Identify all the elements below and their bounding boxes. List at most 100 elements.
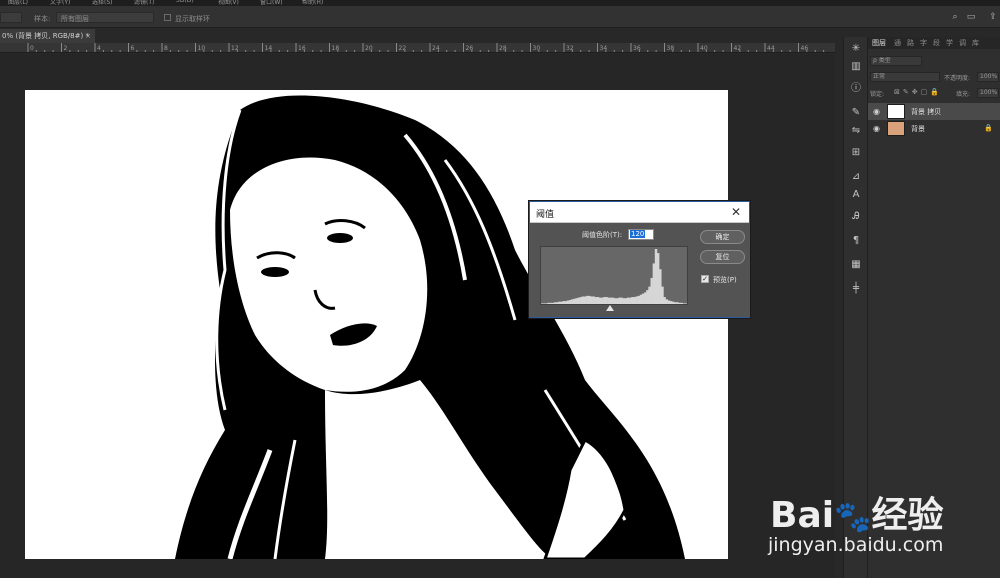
brush-settings-icon[interactable]: ⇋: [850, 125, 862, 137]
histogram-bar: [676, 302, 679, 304]
ruler-tick-label: 6: [131, 45, 135, 52]
ruler-tick-label: 0: [30, 45, 34, 52]
preview-checkbox[interactable]: ✓: [701, 275, 709, 283]
threshold-dialog: 阈值 ✕ 阈值色阶(T): 120 确定 复位 ✓ 预览(P): [529, 201, 750, 318]
histogram-bar: [549, 302, 553, 304]
histogram-bar: [592, 296, 595, 304]
fill-input[interactable]: 100%: [977, 88, 999, 98]
histogram-bar: [618, 297, 621, 304]
histogram-bar: [564, 301, 568, 304]
paragraph-styles-icon[interactable]: Ꭿ: [850, 211, 862, 223]
histogram-bar: [609, 297, 613, 304]
panel-tab[interactable]: 库: [972, 38, 979, 48]
threshold-slider[interactable]: [605, 305, 614, 311]
sample-dropdown[interactable]: 所有图层: [56, 12, 154, 23]
document-tab[interactable]: 0% (背景 拷贝, RGB/8#) * ×: [0, 29, 95, 43]
histogram-bar: [620, 297, 623, 304]
panel-tab[interactable]: 学: [946, 38, 953, 48]
ruler-tick-label: 2: [64, 45, 68, 52]
histogram-bar: [629, 297, 632, 304]
histogram-bar: [644, 292, 647, 304]
histogram-bar: [545, 303, 548, 304]
histogram-bar: [583, 296, 587, 304]
histogram-bar: [624, 298, 628, 304]
histogram-bar: [575, 298, 578, 304]
close-tab-icon[interactable]: ×: [85, 29, 91, 43]
histogram-bar: [622, 298, 626, 304]
show-ring-checkbox[interactable]: [164, 14, 171, 21]
histogram-bar: [633, 297, 636, 304]
histogram-bar: [650, 277, 653, 304]
visibility-eye-icon[interactable]: ◉: [872, 107, 881, 116]
panel-tab[interactable]: 段: [933, 38, 940, 48]
share-icon[interactable]: ⇪: [988, 12, 998, 22]
preview-label: 预览(P): [713, 276, 737, 284]
document-tab-row: 0% (背景 拷贝, RGB/8#) * ×: [0, 29, 835, 43]
histogram-bar: [594, 297, 598, 304]
layer-kind-filter[interactable]: ρ 类型: [870, 56, 922, 66]
histogram-bar: [680, 302, 684, 304]
document-canvas[interactable]: [25, 90, 728, 559]
menu-item[interactable]: 3D(D): [176, 0, 194, 4]
histogram-bar: [648, 286, 651, 304]
tool-presets-icon[interactable]: ⊿: [850, 171, 862, 183]
panel-tab[interactable]: 字: [920, 38, 927, 48]
histogram-bar: [631, 297, 634, 304]
threshold-level-input[interactable]: 120: [628, 229, 654, 240]
panel-tab[interactable]: 调: [959, 38, 966, 48]
character-icon[interactable]: A: [850, 189, 862, 201]
histogram-bar: [571, 299, 574, 304]
layer-thumbnail: [887, 104, 905, 119]
table-icon[interactable]: ▦: [850, 259, 862, 271]
info-icon[interactable]: ⓘ: [850, 83, 862, 95]
visibility-eye-icon[interactable]: ◉: [872, 124, 881, 133]
layer-row[interactable]: ◉ 背景 拷贝: [868, 103, 1000, 120]
histogram-icon[interactable]: ▥: [850, 61, 862, 73]
threshold-level-value: 120: [630, 230, 646, 238]
histogram-bar: [639, 294, 643, 304]
lock-label: 锁定:: [870, 91, 885, 98]
panel-tab[interactable]: 图层: [872, 38, 886, 48]
layers-filter-row: ρ 类型: [870, 56, 998, 67]
brush-icon[interactable]: ✎: [850, 107, 862, 119]
histogram-bar: [611, 297, 615, 304]
opacity-input[interactable]: 100%: [977, 72, 999, 82]
histogram-bar: [551, 302, 555, 304]
ruler-tick-label: 8: [164, 45, 168, 52]
histogram-bar: [560, 301, 563, 304]
dialog-title-bar[interactable]: 阈值 ✕: [530, 202, 749, 223]
histogram-bar: [556, 302, 559, 304]
histogram-bar: [614, 298, 617, 304]
histogram-bar: [665, 299, 668, 304]
properties-icon[interactable]: ¶: [850, 235, 862, 247]
tool-preset-dropdown[interactable]: [0, 12, 22, 23]
histogram-bar: [601, 297, 604, 304]
blend-mode-dropdown[interactable]: 正常: [870, 72, 940, 82]
histogram-bar: [553, 302, 557, 304]
histogram-bar: [674, 302, 677, 304]
lock-icons[interactable]: ⊠✎✥▢🔒: [894, 88, 942, 96]
histogram-bar: [637, 295, 641, 304]
layer-row[interactable]: ◉ 背景 🔒: [868, 120, 1000, 137]
document-tab-title: 0% (背景 拷贝, RGB/8#) *: [2, 32, 89, 40]
histogram-bar: [661, 286, 664, 304]
watermark: Bai🐾经验 jingyan.baidu.com: [760, 470, 1000, 570]
paw-icon: 🐾: [834, 500, 872, 535]
layer-thumbnail: [887, 121, 905, 136]
show-ring-label: 显示取样环: [175, 15, 210, 23]
ok-button[interactable]: 确定: [700, 230, 745, 244]
histogram-bar: [654, 249, 658, 304]
close-icon[interactable]: ✕: [729, 205, 743, 219]
clone-source-icon[interactable]: ⊞: [850, 147, 862, 159]
workspace-icon[interactable]: ▭: [966, 12, 976, 22]
align-icon[interactable]: ╪: [850, 283, 862, 295]
histogram-bar: [562, 301, 565, 304]
adjust-icon[interactable]: ✳: [850, 43, 862, 55]
search-icon[interactable]: ⌕: [950, 12, 960, 22]
panel-tab[interactable]: 路: [907, 38, 914, 48]
histogram-bar: [590, 296, 593, 304]
histogram: [540, 246, 688, 305]
reset-button[interactable]: 复位: [700, 250, 745, 264]
histogram-bar: [586, 295, 589, 304]
panel-tab[interactable]: 通: [894, 38, 901, 48]
